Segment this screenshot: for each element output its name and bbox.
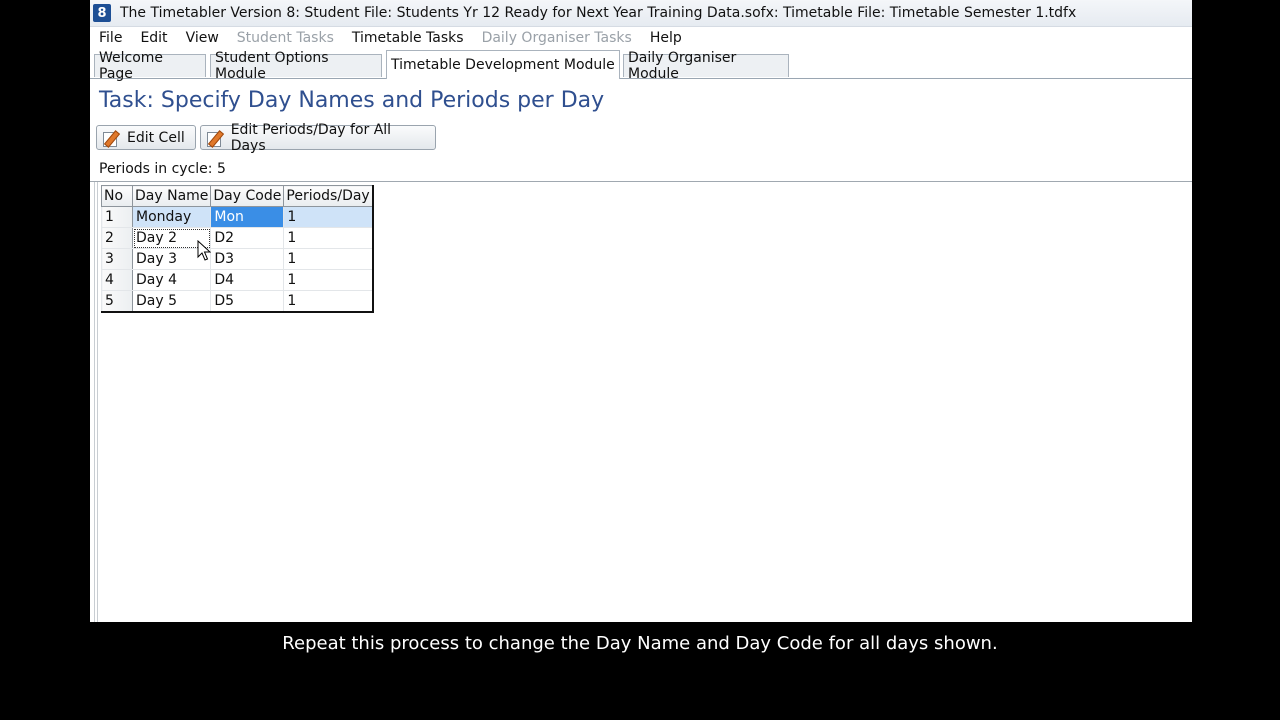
module-tab-bar: Welcome Page Student Options Module Time…	[90, 50, 1192, 82]
edit-icon	[207, 129, 225, 148]
task-title: Task: Specify Day Names and Periods per …	[99, 88, 605, 113]
periods-cell[interactable]: 1	[283, 206, 374, 228]
day-code-cell[interactable]: Mon	[210, 206, 285, 228]
menu-daily-organiser-tasks: Daily Organiser Tasks	[481, 30, 632, 46]
menu-help[interactable]: Help	[641, 30, 691, 46]
periods-cell[interactable]: 1	[283, 227, 374, 249]
window-title: The Timetabler Version 8: Student File: …	[120, 5, 1077, 21]
day-names-grid: No Day Name Day Code Periods/Day 1 Monda…	[101, 185, 375, 313]
app-logo-icon: 8	[93, 4, 111, 22]
tab-student-options-module[interactable]: Student Options Module	[210, 50, 382, 82]
edit-periods-all-days-button[interactable]: Edit Periods/Day for All Days	[200, 122, 436, 154]
periods-cell[interactable]: 1	[283, 290, 374, 313]
day-code-cell[interactable]: D2	[210, 227, 285, 249]
row-number[interactable]: 3	[101, 248, 133, 270]
edit-cell-label: Edit Cell	[127, 129, 185, 146]
column-header-no[interactable]: No	[101, 185, 133, 207]
menu-file[interactable]: File	[90, 30, 131, 46]
video-caption: Repeat this process to change the Day Na…	[282, 633, 998, 654]
panel-divider	[94, 182, 98, 622]
periods-cell[interactable]: 1	[283, 269, 374, 291]
menu-edit[interactable]: Edit	[131, 30, 176, 46]
periods-in-cycle-label: Periods in cycle: 5	[99, 161, 226, 177]
row-number[interactable]: 1	[101, 206, 133, 228]
table-row[interactable]: 4 Day 4 D4 1	[101, 269, 374, 291]
tab-welcome-page[interactable]: Welcome Page	[94, 50, 206, 82]
column-header-day-name[interactable]: Day Name	[131, 185, 212, 207]
day-code-cell[interactable]: D5	[210, 290, 285, 313]
menu-bar: File Edit View Student Tasks Timetable T…	[90, 27, 1192, 49]
edit-periods-label: Edit Periods/Day for All Days	[230, 121, 392, 154]
app-window: 8 The Timetabler Version 8: Student File…	[90, 0, 1192, 622]
row-number[interactable]: 5	[101, 290, 133, 313]
menu-view[interactable]: View	[177, 30, 228, 46]
table-row[interactable]: 1 Monday Mon 1	[101, 206, 374, 228]
column-header-day-code[interactable]: Day Code	[210, 185, 285, 207]
title-bar: 8 The Timetabler Version 8: Student File…	[90, 0, 1192, 27]
edit-icon	[103, 129, 121, 148]
menu-student-tasks: Student Tasks	[236, 30, 334, 46]
menu-timetable-tasks[interactable]: Timetable Tasks	[343, 30, 473, 46]
day-code-cell[interactable]: D4	[210, 269, 285, 291]
day-code-cell[interactable]: D3	[210, 248, 285, 270]
column-header-periods-per-day[interactable]: Periods/Day	[283, 185, 374, 207]
table-row[interactable]: 5 Day 5 D5 1	[101, 290, 374, 313]
day-name-cell[interactable]: Day 5	[131, 290, 212, 313]
table-row[interactable]: 2 Day 2 D2 1	[101, 227, 374, 249]
table-row[interactable]: 3 Day 3 D3 1	[101, 248, 374, 270]
row-number[interactable]: 4	[101, 269, 133, 291]
mouse-cursor-icon	[197, 240, 211, 261]
day-name-cell[interactable]: Day 4	[131, 269, 212, 291]
day-name-cell[interactable]: Monday	[131, 206, 212, 228]
edit-cell-button[interactable]: Edit Cell	[96, 125, 196, 150]
tab-daily-organiser-module[interactable]: Daily Organiser Module	[623, 50, 789, 82]
row-number[interactable]: 2	[101, 227, 133, 249]
periods-cell[interactable]: 1	[283, 248, 374, 270]
tab-timetable-development-module[interactable]: Timetable Development Module	[386, 50, 620, 79]
grid-header-row: No Day Name Day Code Periods/Day	[101, 185, 374, 207]
